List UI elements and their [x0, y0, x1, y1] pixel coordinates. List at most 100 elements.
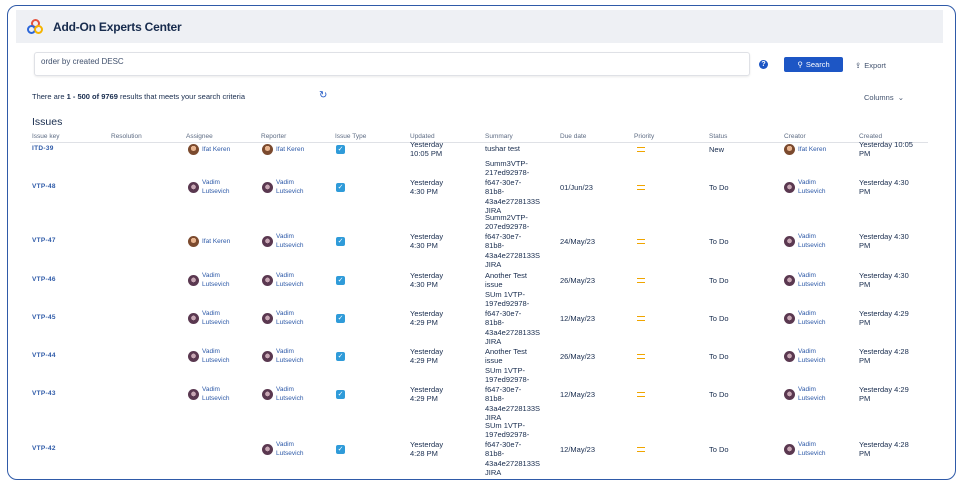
- reporter[interactable]: Vadim Lutsevich: [262, 440, 303, 459]
- created-line: PM: [859, 241, 871, 250]
- assignee[interactable]: Vadim Lutsevich: [188, 309, 229, 328]
- updated-line: Yesterday: [410, 346, 444, 356]
- col-issue-type[interactable]: Issue Type: [335, 133, 366, 140]
- reporter[interactable]: Vadim Lutsevich: [262, 232, 303, 251]
- summary-cell[interactable]: Summ3VTP- 217ed92978- f647-30e7- 81b8- 43a4e…: [485, 159, 540, 216]
- assignee[interactable]: Vadim Lutsevich: [188, 271, 229, 290]
- avatar: [262, 235, 273, 247]
- col-status[interactable]: Status: [709, 133, 727, 140]
- reporter-name: Vadim Lutsevich: [276, 440, 303, 459]
- reporter-name-line: Vadim: [276, 271, 294, 279]
- creator[interactable]: Vadim Lutsevich: [784, 440, 825, 459]
- reporter[interactable]: Vadim Lutsevich: [262, 309, 303, 328]
- task-checkbox-icon: ✓: [336, 275, 345, 285]
- columns-button[interactable]: Columns ⌄: [864, 93, 904, 102]
- col-summary[interactable]: Summary: [485, 133, 513, 140]
- creator-name-line: Lutsevich: [798, 242, 826, 249]
- reporter[interactable]: Ifat Keren: [262, 144, 304, 156]
- assignee-name: Vadim Lutsevich: [202, 271, 229, 290]
- summary-cell[interactable]: SUm 1VTP- 197ed92978- f647-30e7- 81b8- 43a4e…: [485, 366, 540, 423]
- refresh-icon[interactable]: ↻: [319, 90, 327, 101]
- reporter-cell: Vadim Lutsevich: [262, 385, 303, 404]
- issue-key-link[interactable]: VTP-46: [32, 276, 56, 283]
- assignee-name-line: Lutsevich: [202, 395, 230, 402]
- assignee[interactable]: Vadim Lutsevich: [188, 347, 229, 366]
- avatar: [188, 181, 199, 193]
- results-range: 1 - 500 of 9769: [66, 92, 118, 101]
- summary-line: 81b8-: [485, 241, 505, 250]
- col-priority[interactable]: Priority: [634, 133, 654, 140]
- reporter[interactable]: Vadim Lutsevich: [262, 271, 303, 290]
- export-button[interactable]: ⇪ Export: [855, 58, 905, 72]
- status-cell: To Do: [709, 182, 729, 192]
- summary-cell[interactable]: SUm 1VTP- 197ed92978- f647-30e7- 81b8- 43a4e…: [485, 421, 540, 478]
- summary-line: 207ed92978-: [485, 222, 530, 231]
- issue-key-link[interactable]: VTP-47: [32, 237, 56, 244]
- summary-cell[interactable]: Another Test issue: [485, 347, 527, 366]
- summary-line: 43a4e2728133S: [485, 458, 541, 468]
- summary-line: JIRA: [485, 337, 502, 346]
- assignee-cell: Ifat Keren: [188, 236, 230, 248]
- summary-cell[interactable]: tushar test: [485, 144, 520, 154]
- col-assignee[interactable]: Assignee: [186, 133, 213, 140]
- issue-key-link[interactable]: VTP-48: [32, 183, 56, 190]
- assignee-name-line: Vadim: [202, 385, 220, 393]
- task-checkbox-icon: ✓: [336, 444, 345, 454]
- reporter[interactable]: Vadim Lutsevich: [262, 178, 303, 197]
- issue-key-link[interactable]: VTP-42: [32, 445, 56, 452]
- avatar: [188, 312, 199, 324]
- creator[interactable]: Vadim Lutsevich: [784, 347, 825, 366]
- summary-cell[interactable]: SUm 1VTP- 197ed92978- f647-30e7- 81b8- 43a4e…: [485, 290, 540, 347]
- issue-key-link[interactable]: VTP-45: [32, 314, 56, 321]
- creator[interactable]: Vadim Lutsevich: [784, 232, 825, 251]
- assignee-name: Ifat Keren: [202, 237, 230, 247]
- reporter[interactable]: Vadim Lutsevich: [262, 347, 303, 366]
- creator[interactable]: Vadim Lutsevich: [784, 385, 825, 404]
- updated-cell: Yesterday 4:30 PM: [410, 271, 443, 290]
- jql-search-input[interactable]: order by created DESC: [34, 52, 750, 76]
- created-cell: Yesterday 4:30 PM: [859, 271, 909, 290]
- creator-name: Vadim Lutsevich: [798, 309, 825, 328]
- assignee[interactable]: Ifat Keren: [188, 144, 230, 156]
- due-date-cell: 01/Jun/23: [560, 182, 593, 192]
- created-cell: Yesterday 10:05 PM: [859, 140, 913, 159]
- col-reporter[interactable]: Reporter: [261, 133, 286, 140]
- help-icon[interactable]: ?: [759, 60, 768, 69]
- summary-line: tushar test: [485, 144, 521, 154]
- summary-cell[interactable]: Another Test issue: [485, 271, 527, 290]
- status-cell: To Do: [709, 313, 729, 323]
- updated-line: 4:29 PM: [410, 394, 438, 403]
- avatar: [262, 274, 273, 286]
- col-creator[interactable]: Creator: [784, 133, 806, 140]
- col-due-date[interactable]: Due date: [560, 133, 586, 140]
- creator[interactable]: Vadim Lutsevich: [784, 309, 825, 328]
- assignee[interactable]: Vadim Lutsevich: [188, 178, 229, 197]
- summary-cell[interactable]: Summ2VTP- 207ed92978- f647-30e7- 81b8- 43a4e…: [485, 213, 540, 270]
- due-date-cell: 26/May/23: [560, 351, 596, 361]
- assignee-name: Vadim Lutsevich: [202, 309, 229, 328]
- priority-medium-icon: [637, 353, 645, 359]
- avatar: [188, 144, 199, 156]
- updated-line: Yesterday: [410, 308, 444, 318]
- col-issue-key[interactable]: Issue key: [32, 133, 59, 140]
- issue-key-link[interactable]: VTP-44: [32, 352, 56, 359]
- col-resolution[interactable]: Resolution: [111, 133, 142, 140]
- reporter[interactable]: Vadim Lutsevich: [262, 385, 303, 404]
- created-cell: Yesterday 4:30 PM: [859, 232, 909, 251]
- updated-line: 4:28 PM: [410, 449, 438, 458]
- creator[interactable]: Vadim Lutsevich: [784, 271, 825, 290]
- issue-key-link[interactable]: VTP-43: [32, 390, 56, 397]
- assignee[interactable]: Vadim Lutsevich: [188, 385, 229, 404]
- creator[interactable]: Vadim Lutsevich: [784, 178, 825, 197]
- created-cell: Yesterday 4:28 PM: [859, 440, 909, 459]
- reporter-cell: Vadim Lutsevich: [262, 178, 303, 197]
- search-button[interactable]: ⚲ Search: [784, 57, 843, 72]
- creator-cell: Vadim Lutsevich: [784, 232, 825, 251]
- avatar: [784, 181, 795, 193]
- creator[interactable]: Ifat Keren: [784, 144, 826, 156]
- assignee[interactable]: Ifat Keren: [188, 236, 230, 248]
- issue-key-link[interactable]: ITD-39: [32, 145, 54, 152]
- summary-line: 217ed92978-: [485, 168, 530, 177]
- assignee-cell: Vadim Lutsevich: [188, 178, 229, 197]
- updated-cell: Yesterday 4:29 PM: [410, 309, 443, 328]
